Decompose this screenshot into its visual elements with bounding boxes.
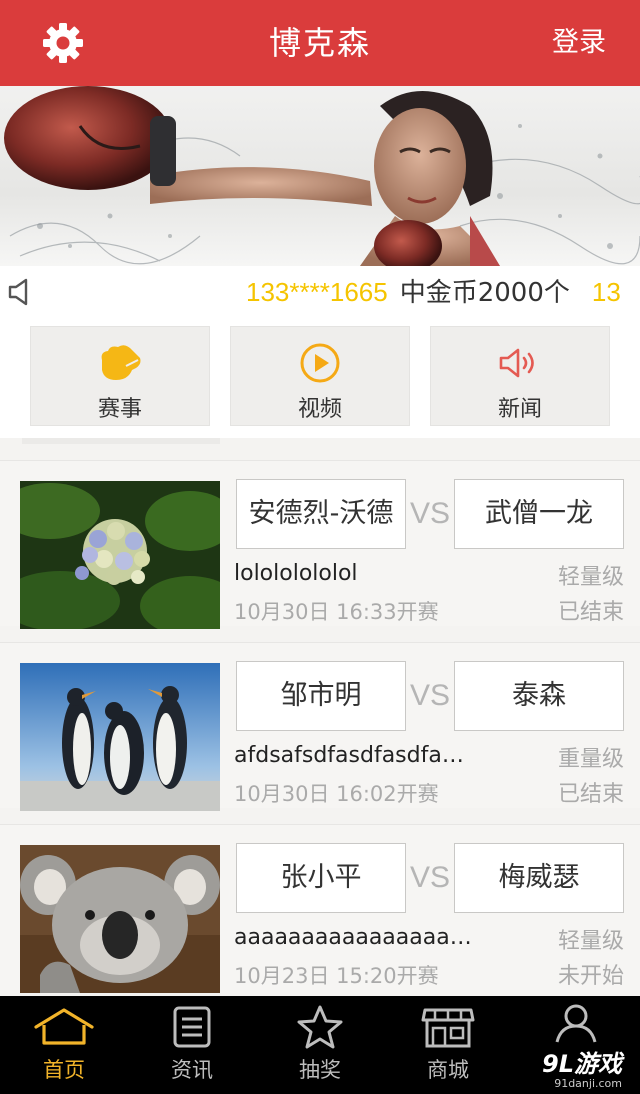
match-status: 已结束: [557, 600, 624, 625]
news-doc-icon: [173, 1006, 211, 1048]
match-time: 10月30日 16:33开赛: [234, 600, 439, 624]
penguins-photo: [20, 663, 220, 811]
top-bar: 博克森 登录: [0, 0, 640, 86]
bottom-tab-bar: 首页 资讯 抽奖 商城 9L游戏 91danji.com: [0, 996, 640, 1094]
page-title: 博克森: [268, 24, 371, 62]
player-one: 张小平: [236, 843, 406, 913]
weight-class: 轻量级: [557, 929, 624, 954]
ticker-phone-next: 13: [591, 277, 621, 307]
tab-lottery[interactable]: 抽奖: [256, 996, 384, 1094]
category-label: 视频: [297, 397, 342, 422]
weight-class: 轻量级: [557, 565, 624, 590]
login-button[interactable]: 登录: [552, 0, 606, 86]
store-icon: [421, 1008, 475, 1048]
vs-label: VS: [409, 497, 451, 530]
vs-label: VS: [409, 679, 451, 712]
player-one: 安德烈-沃德: [236, 479, 406, 549]
match-name: aaaaaaaaaaaaaaaaa…: [234, 925, 484, 950]
match-thumbnail: [20, 663, 220, 811]
player-two: 梅威瑟: [454, 843, 624, 913]
play-icon: [300, 343, 340, 383]
match-item[interactable]: 邹市明 VS 泰森 afdsafsdfasdfasdfa… 重量级 10月30日…: [0, 642, 640, 811]
speaker-icon: [499, 348, 534, 378]
promo-banner[interactable]: [0, 86, 640, 266]
category-events-button[interactable]: 赛事: [30, 326, 210, 426]
app-screen: 博克森 登录 133****1665 中金币2000个 13 赛事 视频 新闻 …: [0, 0, 640, 1094]
ticker-phone: 133****1665: [246, 277, 388, 307]
home-icon: [34, 1008, 94, 1045]
tab-home[interactable]: 首页: [0, 996, 128, 1094]
tab-label: 资讯: [171, 1058, 213, 1082]
match-item[interactable]: 张小平 VS 梅威瑟 aaaaaaaaaaaaaaaaa… 轻量级 10月23日…: [0, 824, 640, 993]
watermark-brand: 9L游戏: [542, 1050, 622, 1078]
match-name: afdsafsdfasdfasdfa…: [234, 743, 464, 768]
match-thumbnail: [20, 845, 220, 993]
category-label: 赛事: [97, 397, 142, 422]
category-bar: 赛事 视频 新闻: [0, 318, 640, 438]
divider: [22, 438, 220, 444]
hydrangea-photo: [20, 481, 220, 629]
ticker-text: 133****1665 中金币2000个 13: [246, 266, 621, 318]
vs-label: VS: [409, 861, 451, 894]
match-thumbnail: [20, 481, 220, 629]
star-icon: [297, 1005, 343, 1049]
glove-icon: [101, 345, 141, 380]
volume-icon: [8, 278, 28, 306]
weight-class: 重量级: [557, 747, 624, 772]
match-time: 10月30日 16:02开赛: [234, 782, 439, 806]
tab-news[interactable]: 资讯: [128, 996, 256, 1094]
boxer-banner-image: [4, 86, 640, 266]
site-watermark: 9L游戏 91danji.com: [542, 1044, 622, 1090]
winner-ticker: 133****1665 中金币2000个 13: [0, 266, 640, 318]
match-name: lolololololol: [234, 561, 358, 586]
category-news-button[interactable]: 新闻: [430, 326, 610, 426]
match-status: 已结束: [557, 782, 624, 807]
match-time: 10月23日 15:20开赛: [234, 964, 439, 988]
match-item[interactable]: 安德烈-沃德 VS 武僧一龙 lolololololol 轻量级 10月30日 …: [0, 460, 640, 629]
tab-label: 首页: [43, 1058, 85, 1082]
player-one: 邹市明: [236, 661, 406, 731]
user-icon: [555, 1004, 597, 1043]
tab-label: 抽奖: [299, 1058, 341, 1082]
category-label: 新闻: [497, 397, 542, 422]
ticker-message: 中金币2000个: [399, 278, 570, 308]
tab-store[interactable]: 商城: [384, 996, 512, 1094]
match-status: 未开始: [557, 964, 624, 989]
watermark-site: 91danji.com: [554, 1077, 622, 1090]
player-two: 武僧一龙: [454, 479, 624, 549]
category-video-button[interactable]: 视频: [230, 326, 410, 426]
koala-photo: [20, 845, 220, 993]
player-two: 泰森: [454, 661, 624, 731]
tab-label: 商城: [427, 1058, 469, 1082]
